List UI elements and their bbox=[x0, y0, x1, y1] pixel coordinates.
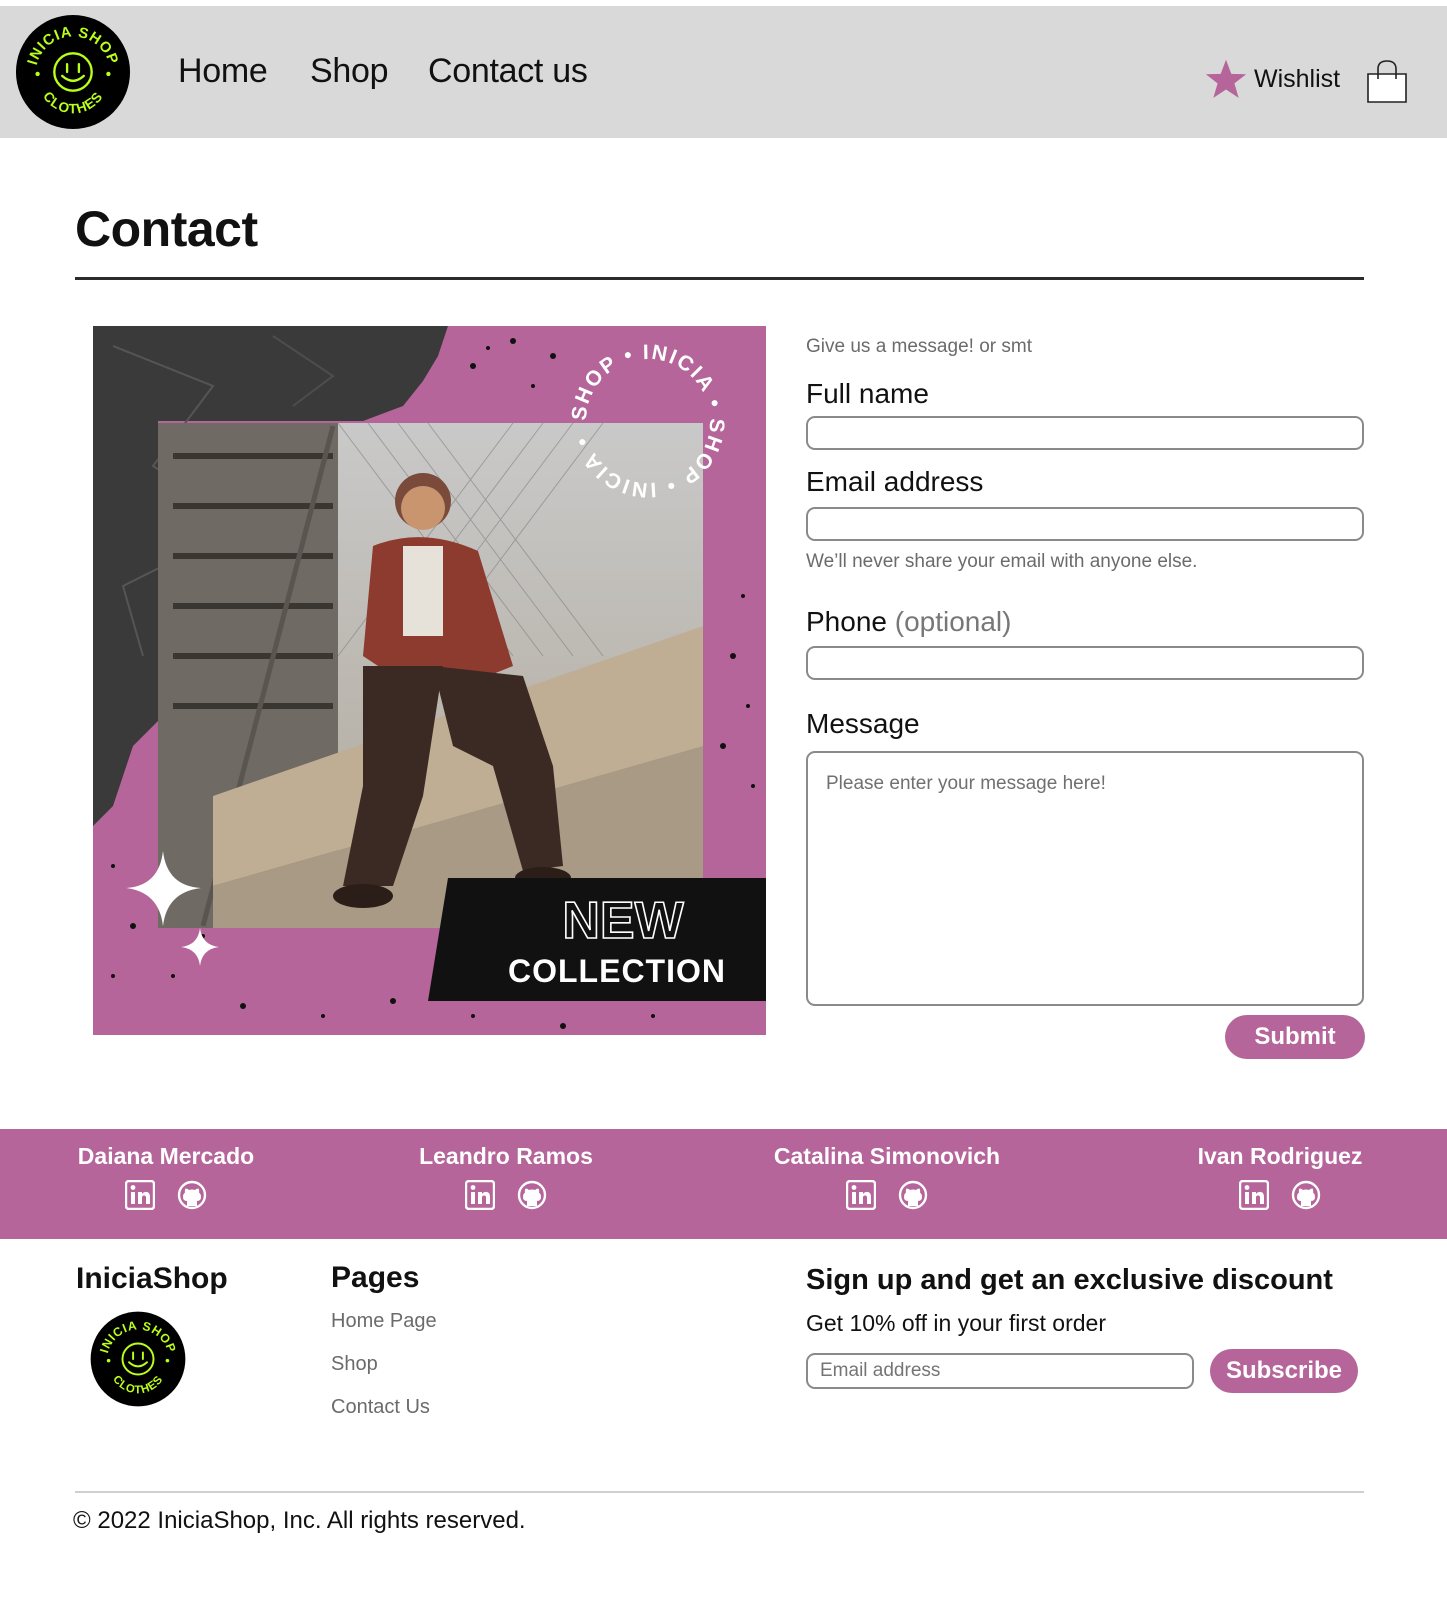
email-label: Email address bbox=[806, 466, 984, 497]
wishlist-button[interactable]: Wishlist bbox=[1204, 56, 1340, 102]
email-input[interactable] bbox=[806, 507, 1364, 541]
nav-home-link[interactable]: Home bbox=[178, 52, 268, 91]
footer-brand-name: IniciaShop bbox=[76, 1262, 228, 1295]
footer-link-shop[interactable]: Shop bbox=[331, 1353, 378, 1376]
footer-shop-logo[interactable]: INICIA SHOP CLOTHES bbox=[89, 1310, 187, 1408]
form-hint: Give us a message! or smt bbox=[806, 336, 1032, 357]
copyright-text: © 2022 IniciaShop, Inc. All rights reser… bbox=[73, 1507, 526, 1534]
promo-headline-new: NEW bbox=[562, 892, 684, 950]
nav-contact-link[interactable]: Contact us bbox=[428, 52, 588, 91]
message-textarea[interactable] bbox=[806, 751, 1364, 1006]
navbar: INICIA SHOP CLOTHES Home Shop Contact us… bbox=[0, 6, 1447, 138]
github-icon[interactable] bbox=[177, 1180, 207, 1210]
footer-link-contact[interactable]: Contact Us bbox=[331, 1396, 430, 1419]
shopping-bag-icon[interactable] bbox=[1365, 58, 1409, 104]
nav-shop-link[interactable]: Shop bbox=[310, 52, 389, 91]
team-member-name: Catalina Simonovich bbox=[773, 1143, 1001, 1169]
linkedin-icon[interactable] bbox=[1238, 1179, 1270, 1211]
full-name-label: Full name bbox=[806, 378, 929, 409]
submit-button[interactable]: Submit bbox=[1225, 1015, 1365, 1059]
signup-title: Sign up and get an exclusive discount bbox=[806, 1264, 1333, 1296]
footer-pages-title: Pages bbox=[331, 1261, 420, 1294]
shop-logo[interactable]: INICIA SHOP CLOTHES bbox=[14, 13, 132, 131]
title-divider bbox=[75, 277, 1364, 280]
footer-link-home[interactable]: Home Page bbox=[331, 1310, 437, 1333]
team-member: Catalina Simonovich bbox=[772, 1143, 1002, 1211]
team-band: Daiana Mercado Leandro Ramos Catalina Si… bbox=[0, 1129, 1447, 1239]
email-help-text: We’ll never share your email with anyone… bbox=[806, 551, 1198, 572]
page-title: Contact bbox=[75, 201, 258, 257]
phone-input[interactable] bbox=[806, 646, 1364, 680]
message-label: Message bbox=[806, 708, 920, 739]
star-icon bbox=[1205, 59, 1247, 98]
github-icon[interactable] bbox=[898, 1180, 928, 1210]
team-member: Daiana Mercado bbox=[75, 1143, 257, 1211]
signup-subtitle: Get 10% off in your first order bbox=[806, 1310, 1106, 1336]
subscribe-button[interactable]: Subscribe bbox=[1210, 1349, 1358, 1393]
github-icon[interactable] bbox=[1291, 1180, 1321, 1210]
team-member-name: Daiana Mercado bbox=[77, 1143, 255, 1169]
github-icon[interactable] bbox=[517, 1180, 547, 1210]
team-member: Ivan Rodriguez bbox=[1196, 1143, 1364, 1211]
new-collection-promo-image: SHOP • INICIA • SHOP • INICIA • NEW COLL… bbox=[93, 326, 766, 1035]
wishlist-label: Wishlist bbox=[1254, 64, 1341, 93]
team-member-name: Ivan Rodriguez bbox=[1197, 1143, 1363, 1169]
linkedin-icon[interactable] bbox=[845, 1179, 877, 1211]
team-member-name: Leandro Ramos bbox=[419, 1143, 593, 1169]
phone-label-text: Phone bbox=[806, 606, 887, 637]
linkedin-icon[interactable] bbox=[464, 1179, 496, 1211]
phone-optional-text: (optional) bbox=[894, 606, 1012, 637]
newsletter-email-input[interactable] bbox=[806, 1353, 1194, 1389]
linkedin-icon[interactable] bbox=[124, 1179, 156, 1211]
phone-label: Phone (optional) bbox=[806, 606, 1011, 638]
promo-headline-collection: COLLECTION bbox=[508, 953, 726, 989]
team-member: Leandro Ramos bbox=[417, 1143, 595, 1211]
full-name-input[interactable] bbox=[806, 416, 1364, 450]
footer-divider bbox=[75, 1491, 1364, 1493]
